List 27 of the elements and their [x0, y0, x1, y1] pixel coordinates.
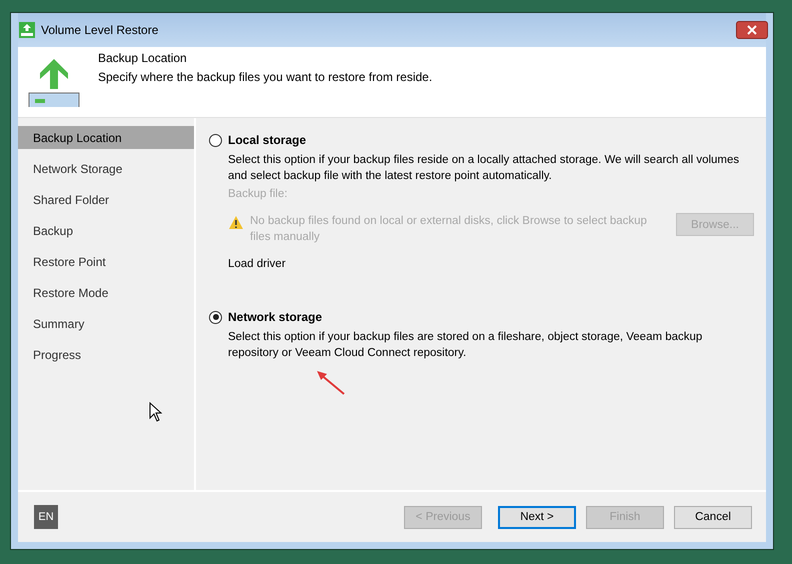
mouse-cursor-icon — [149, 402, 163, 422]
close-button[interactable] — [736, 21, 768, 39]
close-icon — [747, 25, 757, 35]
sidebar-item[interactable]: Progress — [18, 343, 194, 366]
field-label: Backup file: — [228, 188, 288, 200]
wizard-button[interactable]: Cancel — [674, 506, 752, 528]
sidebar-item[interactable]: Backup — [18, 219, 194, 242]
option-description: Select this option if your backup files reside on a locally attached storage. We will search all volumes and select backup file with the latest restore point automatically. — [228, 153, 740, 184]
option-description: Select this option if your backup files are stored on a fileshare, object storage, Veeam backup repository or Veeam Cloud Connect repository. — [228, 330, 704, 361]
sidebar-item[interactable]: Restore Point — [18, 250, 194, 273]
page-title: Backup Location — [98, 51, 188, 65]
page-subtitle: Specify where the backup files you want to restore from reside. — [98, 70, 432, 84]
sidebar-item[interactable]: Backup Location — [18, 126, 194, 149]
radio-button[interactable]: Network storage — [209, 310, 322, 324]
annotation-arrow-icon — [316, 370, 346, 396]
restore-app-icon — [19, 22, 35, 38]
language-indicator[interactable]: EN — [34, 505, 58, 529]
window-title: Volume Level Restore — [41, 23, 158, 37]
radio-button[interactable]: Local storage — [209, 133, 306, 147]
wizard-button[interactable]: Next > — [498, 506, 576, 528]
sidebar-item[interactable]: Summary — [18, 312, 194, 335]
warning-message: No backup files found on local or external disks, click Browse to select backup files manually — [250, 214, 648, 245]
warning-icon — [228, 215, 244, 230]
sidebar-item[interactable]: Restore Mode — [18, 281, 194, 304]
sidebar-item[interactable]: Network Storage — [18, 157, 194, 180]
sidebar-item[interactable]: Shared Folder — [18, 188, 194, 211]
upload-drive-icon — [28, 57, 80, 107]
